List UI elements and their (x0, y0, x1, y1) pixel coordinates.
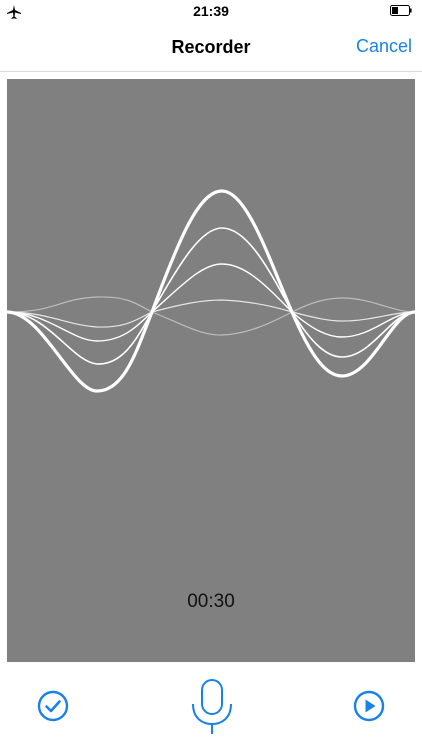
cancel-button[interactable]: Cancel (356, 36, 412, 57)
wave-line-3 (7, 263, 415, 342)
status-time: 21:39 (193, 3, 229, 19)
status-bar: 21:39 (0, 0, 422, 24)
wave-line-5 (7, 296, 415, 336)
wave-line-2 (7, 227, 415, 365)
bottom-toolbar (0, 662, 422, 750)
play-icon[interactable] (353, 690, 385, 722)
battery-icon (390, 5, 412, 16)
wave-line-4 (7, 299, 415, 328)
checkmark-icon[interactable] (37, 690, 69, 722)
waveform-visualization (7, 189, 415, 393)
microphone-icon[interactable] (189, 678, 235, 736)
waveform-panel: 00:30 (7, 79, 415, 662)
navigation-bar: Recorder Cancel (0, 24, 422, 72)
wave-line-1 (7, 189, 415, 393)
recording-timer: 00:30 (187, 591, 235, 612)
